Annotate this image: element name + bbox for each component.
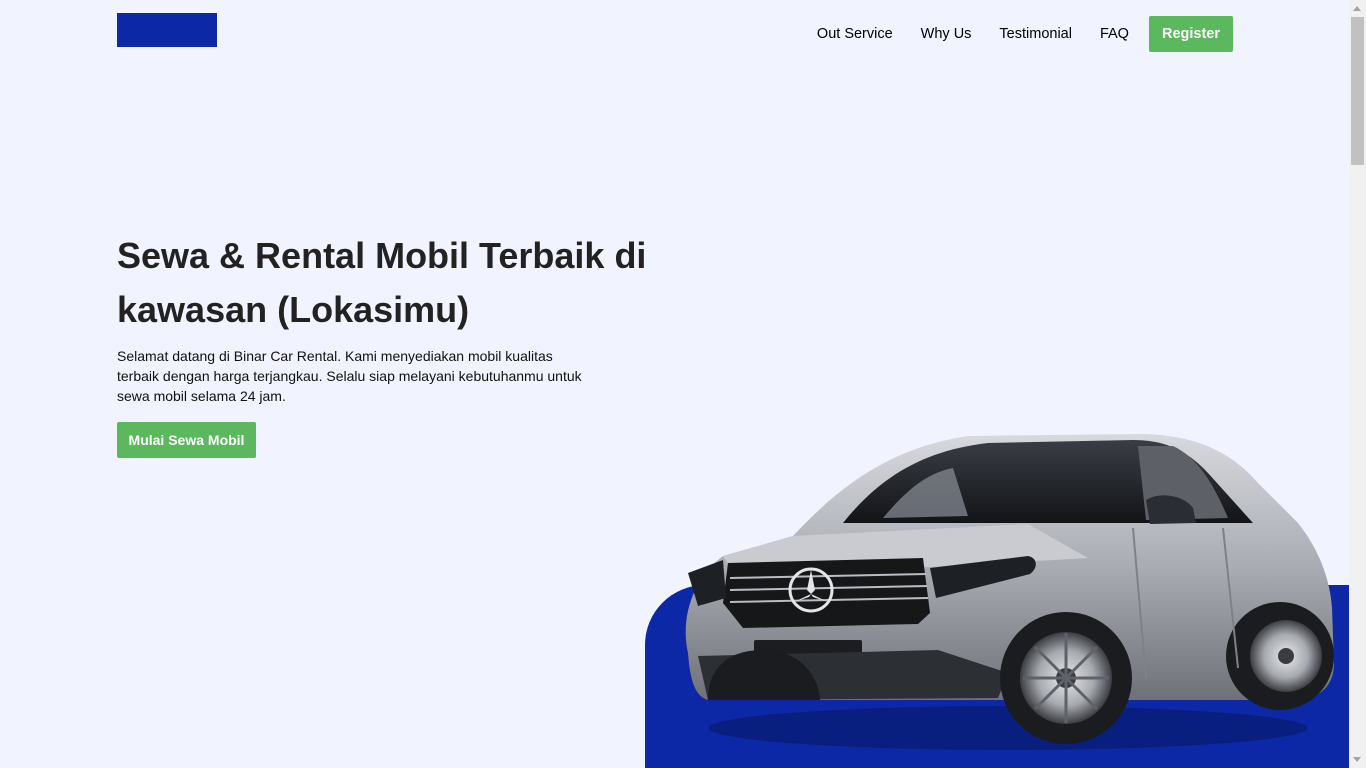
vertical-scrollbar[interactable] (1349, 0, 1366, 768)
top-navigation: Out Service Why Us Testimonial FAQ Regis… (789, 16, 1233, 52)
nav-link-testimonial[interactable]: Testimonial (999, 16, 1072, 52)
car-image (685, 434, 1334, 750)
scroll-up-arrow-icon[interactable] (1353, 6, 1361, 11)
page-viewport: Out Service Why Us Testimonial FAQ Regis… (0, 0, 1349, 768)
brand-logo[interactable] (117, 13, 217, 47)
hero-title: Sewa & Rental Mobil Terbaik di kawasan (… (117, 235, 647, 330)
register-button[interactable]: Register (1148, 16, 1233, 52)
nav-link-why-us[interactable]: Why Us (921, 16, 972, 52)
start-rent-button[interactable]: Mulai Sewa Mobil (117, 422, 256, 458)
nav-link-faq[interactable]: FAQ (1100, 16, 1129, 52)
nav-link-our-service[interactable]: Out Service (817, 16, 893, 52)
scroll-thumb[interactable] (1351, 17, 1364, 165)
scroll-down-arrow-icon[interactable] (1353, 757, 1361, 762)
hero-description: Selamat datang di Binar Car Rental. Kami… (117, 348, 582, 404)
